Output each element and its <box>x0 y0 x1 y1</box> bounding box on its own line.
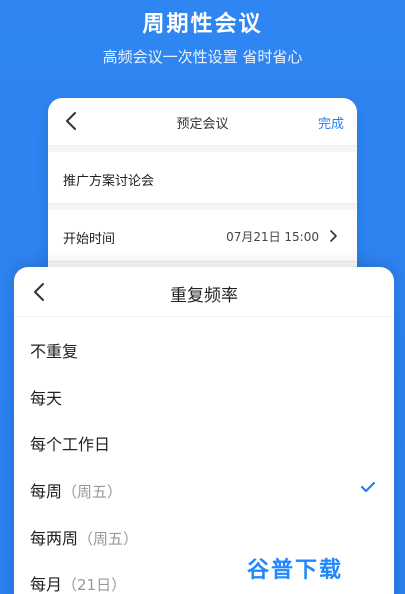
option-label: 每月（21日） <box>30 575 127 594</box>
check-icon <box>360 481 376 493</box>
option-label: 每天 <box>30 389 63 408</box>
option-sub: （21日） <box>62 576 127 594</box>
card-nav-bar: 预定会议 完成 <box>48 98 357 146</box>
done-button[interactable]: 完成 <box>318 113 344 132</box>
hero-subtitle: 高频会议一次性设置 省时省心 <box>102 48 303 66</box>
sheet-header: 重复频率 <box>14 267 394 317</box>
option-daily[interactable]: 每天 <box>14 373 394 419</box>
hero-title: 周期性会议 <box>142 12 263 37</box>
card-nav-title: 预定会议 <box>176 117 229 132</box>
repeat-frequency-sheet: 重复频率 不重复 每天 每个工作日 每周（周五） 每两周（周五） 每月（21日） <box>14 267 394 594</box>
start-time-row[interactable]: 开始时间 07月21日 15:00 <box>48 210 357 262</box>
start-time-label: 开始时间 <box>63 232 116 247</box>
option-sub: （周五） <box>62 483 123 501</box>
option-sub: （周五） <box>78 530 139 548</box>
option-label: 每两周（周五） <box>30 529 139 548</box>
meeting-name-row[interactable]: 推广方案讨论会 <box>48 152 357 204</box>
watermark-logo: 谷普下载 <box>246 558 343 583</box>
meeting-name: 推广方案讨论会 <box>63 174 155 189</box>
option-weekly[interactable]: 每周（周五） <box>14 466 394 512</box>
option-weekdays[interactable]: 每个工作日 <box>14 419 394 465</box>
option-no-repeat[interactable]: 不重复 <box>14 326 394 372</box>
option-label: 每个工作日 <box>30 435 111 454</box>
option-label: 每周（周五） <box>30 482 123 501</box>
sheet-title: 重复频率 <box>170 286 238 306</box>
chevron-right-icon <box>330 230 337 242</box>
option-label: 不重复 <box>30 342 79 361</box>
start-time-value: 07月21日 15:00 <box>226 230 319 244</box>
